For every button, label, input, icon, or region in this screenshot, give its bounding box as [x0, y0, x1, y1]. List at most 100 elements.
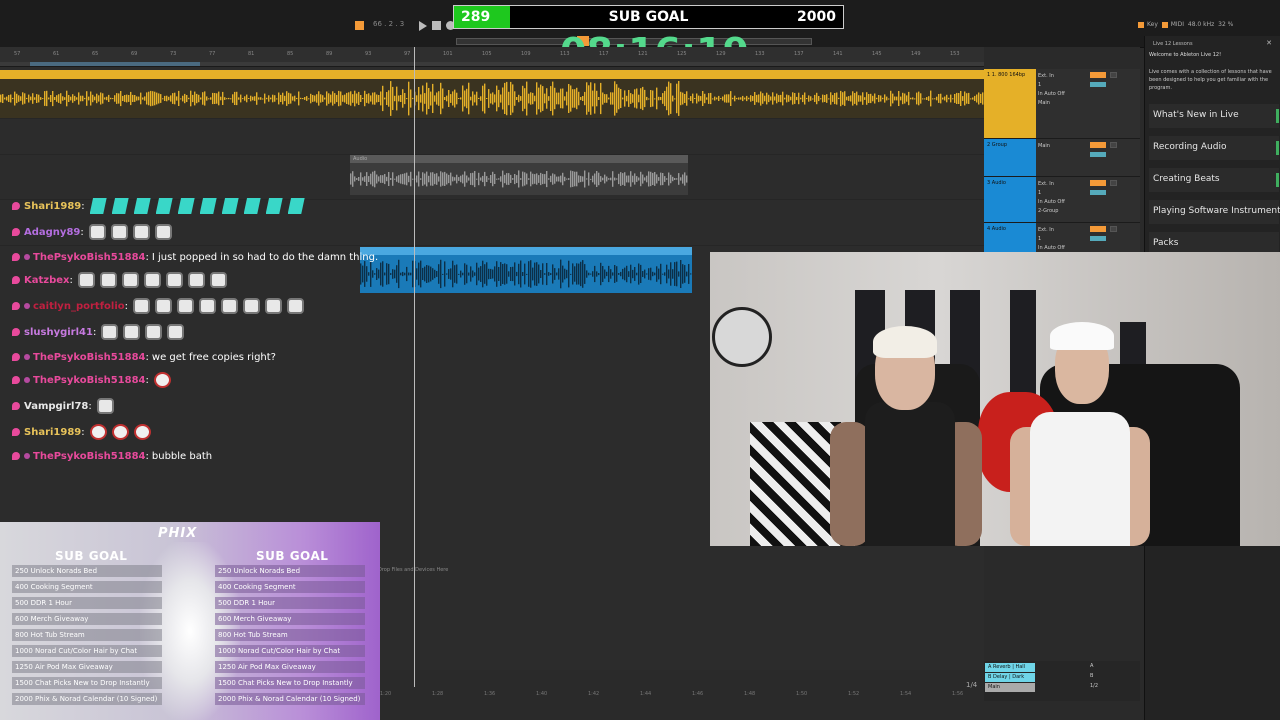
- ruler-tick: 93: [365, 51, 372, 57]
- subscriber-badge-icon: [12, 302, 20, 310]
- chat-username[interactable]: ThePsykoBish51884: [33, 375, 146, 386]
- clip-title-bar[interactable]: [0, 70, 984, 79]
- clip-title-bar[interactable]: Audio: [350, 155, 688, 163]
- io-value[interactable]: In Auto Off: [1038, 90, 1065, 99]
- ruler-tick: 145: [872, 51, 882, 57]
- return-control[interactable]: A: [1090, 663, 1093, 669]
- play-icon[interactable]: [419, 21, 428, 31]
- io-value[interactable]: Ext. In: [1038, 226, 1065, 235]
- io-value[interactable]: In Auto Off: [1038, 198, 1065, 207]
- track-header[interactable]: 1 1. 800 164bp Ext. In 1 In Auto Off Main: [984, 69, 1140, 139]
- track-activator-button[interactable]: [1090, 142, 1106, 148]
- arrangement-toggle-button[interactable]: [355, 21, 364, 30]
- goal-item: 400 Cooking Segment: [215, 581, 365, 593]
- chat-username[interactable]: Adagny89: [24, 227, 80, 238]
- chat-text: I just popped in so had to do the damn t…: [151, 251, 379, 263]
- io-value[interactable]: Ext. In: [1038, 180, 1065, 189]
- track-activator-button[interactable]: [1090, 72, 1106, 78]
- time-ruler-tick: 1:50: [796, 691, 808, 697]
- close-icon[interactable]: ✕: [1266, 39, 1272, 47]
- emote-icon: [265, 198, 283, 214]
- chat-message: Vampgirl78:: [12, 396, 114, 416]
- track-name[interactable]: 4 Audio: [987, 226, 1006, 232]
- volume-slider[interactable]: [1090, 82, 1106, 87]
- emote-icon: [154, 224, 172, 240]
- chat-username[interactable]: caitlyn_portfolio: [33, 301, 125, 312]
- lesson-link[interactable]: Recording Audio: [1149, 136, 1279, 160]
- chat-username[interactable]: ThePsykoBish51884: [33, 252, 146, 263]
- ruler-tick: 69: [131, 51, 138, 57]
- position-readout: 66 . 2 . 3: [373, 20, 405, 28]
- volume-slider[interactable]: [1090, 152, 1106, 157]
- return-track[interactable]: A Reverb | Hall: [985, 663, 1035, 672]
- subscriber-badge-icon: [12, 202, 20, 210]
- person-hair: [873, 326, 937, 358]
- track-lane-1[interactable]: [0, 70, 984, 118]
- emote-icon: [265, 298, 283, 314]
- lesson-link[interactable]: Playing Software Instruments: [1149, 200, 1280, 224]
- chat-username[interactable]: slushygirl41: [24, 327, 93, 338]
- solo-button[interactable]: [1110, 72, 1117, 78]
- chat-overlay: Shari1989: Adagny89: ThePsykoBish51884: I j…: [0, 194, 420, 474]
- track-color-strip[interactable]: 1 1. 800 164bp: [984, 69, 1036, 138]
- chat-username[interactable]: ThePsykoBish51884: [33, 451, 146, 462]
- midi-map-icon[interactable]: [1161, 21, 1168, 28]
- io-value[interactable]: 2-Group: [1038, 207, 1065, 216]
- emote-icon: [101, 324, 119, 340]
- return-control[interactable]: 1/2: [1090, 683, 1098, 689]
- person-torso: [865, 402, 955, 546]
- midi-label[interactable]: MIDI: [1171, 21, 1184, 28]
- chat-username[interactable]: Vampgirl78: [24, 401, 88, 412]
- audio-clip-gray[interactable]: Audio: [350, 155, 688, 195]
- io-value[interactable]: Ext. In: [1038, 72, 1065, 81]
- emote-icon: [111, 198, 129, 214]
- beat-ruler[interactable]: 57 61 65 69 73 77 81 85 89 93 97 101 105 109 113 117 121…: [0, 47, 984, 67]
- return-control[interactable]: B: [1090, 673, 1093, 679]
- track-name[interactable]: 1 1. 800 164bp: [987, 72, 1025, 78]
- emote-icon: [123, 324, 141, 340]
- track-name[interactable]: 3 Audio: [987, 180, 1006, 186]
- track-header[interactable]: 2 Group Main: [984, 139, 1140, 177]
- subscriber-badge-icon: [12, 452, 20, 460]
- loop-brace-strip[interactable]: [0, 62, 984, 66]
- track-activator-button[interactable]: [1090, 180, 1106, 186]
- track-header[interactable]: 3 Audio Ext. In 1 In Auto Off 2-Group: [984, 177, 1140, 223]
- ruler-tick: 141: [833, 51, 843, 57]
- goal-item: 800 Hot Tub Stream: [12, 629, 162, 641]
- lesson-link[interactable]: What's New in Live: [1149, 104, 1279, 128]
- track-color-strip[interactable]: 2 Group: [984, 139, 1036, 176]
- chat-text: we get free copies right?: [151, 351, 276, 363]
- loop-brace[interactable]: [30, 62, 200, 66]
- track-activator-button[interactable]: [1090, 226, 1106, 232]
- time-ruler[interactable]: 1:20 1:28 1:36 1:40 1:42 1:44 1:46 1:48 1:50 1:52…: [380, 690, 984, 700]
- key-label[interactable]: Key: [1147, 21, 1158, 28]
- io-value[interactable]: Main: [1038, 142, 1050, 151]
- return-track[interactable]: B Delay | Dark: [985, 673, 1035, 682]
- audio-clip-yellow[interactable]: [0, 70, 984, 118]
- chat-username[interactable]: Shari1989: [24, 427, 81, 438]
- io-value[interactable]: 1: [1038, 189, 1065, 198]
- volume-slider[interactable]: [1090, 236, 1106, 241]
- subscriber-badge-icon: [12, 428, 20, 436]
- solo-button[interactable]: [1110, 226, 1117, 232]
- chat-username[interactable]: Shari1989: [24, 201, 81, 212]
- track-name[interactable]: 2 Group: [987, 142, 1007, 148]
- lesson-link[interactable]: Creating Beats: [1149, 168, 1279, 192]
- key-map-icon[interactable]: [1138, 21, 1144, 28]
- chat-username[interactable]: ThePsykoBish51884: [33, 352, 146, 363]
- subscriber-badge-icon: [12, 402, 20, 410]
- emote-icon: [145, 324, 163, 340]
- io-value[interactable]: 1: [1038, 235, 1065, 244]
- io-value[interactable]: 1: [1038, 81, 1065, 90]
- return-track[interactable]: Main: [985, 683, 1035, 692]
- volume-slider[interactable]: [1090, 190, 1106, 195]
- track-color-strip[interactable]: 3 Audio: [984, 177, 1036, 222]
- ruler-tick: 61: [53, 51, 60, 57]
- time-ruler-tick: 1:54: [900, 691, 912, 697]
- io-value[interactable]: Main: [1038, 99, 1065, 108]
- waveform: [350, 170, 688, 188]
- stop-icon[interactable]: [432, 21, 441, 30]
- solo-button[interactable]: [1110, 142, 1117, 148]
- chat-username[interactable]: Katzbex: [24, 275, 70, 286]
- solo-button[interactable]: [1110, 180, 1117, 186]
